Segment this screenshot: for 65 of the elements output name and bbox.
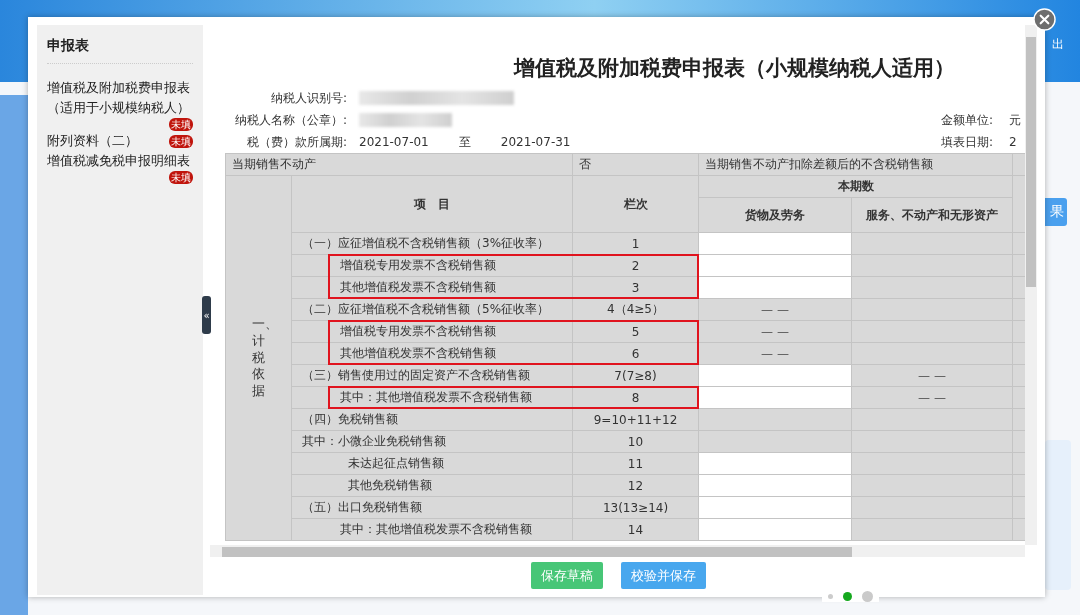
page-dot[interactable]: [828, 594, 833, 599]
amount-input[interactable]: [698, 386, 852, 409]
table-cell: （三）销售使用过的固定资产不含税销售额: [291, 364, 573, 387]
table-cell: 其他增值税发票不含税销售额: [291, 276, 573, 299]
amount-input[interactable]: [698, 364, 852, 387]
horizontal-scrollbar[interactable]: [210, 545, 1025, 557]
status-badge: 未填: [169, 134, 193, 148]
table-cell: （四）免税销售额: [291, 408, 573, 431]
status-badge: 未填: [169, 118, 193, 131]
table-cell: 11: [572, 452, 699, 475]
table-cell: 12: [572, 474, 699, 497]
collapse-handle[interactable]: «: [202, 296, 211, 334]
column-header: 货物及劳务: [698, 197, 852, 233]
form-list-item[interactable]: 附列资料（二） 未填: [47, 131, 193, 151]
table-cell: 10: [572, 430, 699, 453]
table-cell: 其中：小微企业免税销售额: [291, 430, 573, 453]
table-cell: — —: [698, 342, 852, 365]
date-value: 2021-07-31: [500, 135, 571, 149]
column-header: 本期数: [698, 175, 1013, 198]
exit-link[interactable]: 出: [1052, 36, 1064, 53]
table-cell: 其他增值税发票不含税销售额: [291, 342, 573, 365]
field-label: 金额单位:: [941, 111, 995, 129]
close-icon[interactable]: [1033, 8, 1056, 31]
column-header: 栏次: [572, 175, 699, 233]
amount-input[interactable]: [698, 452, 852, 475]
field-label: 填表日期:: [941, 133, 995, 151]
table-cell: 未达起征点销售额: [291, 452, 573, 475]
field-label: 纳税人识别号:: [269, 89, 347, 107]
form-list-item[interactable]: 增值税及附加税费申报表（适用于小规模纳税人） 未填: [47, 78, 193, 131]
section-label: 一、计税依据: [225, 175, 292, 541]
status-badge: 未填: [169, 171, 193, 184]
table-cell: — —: [698, 298, 852, 321]
amount-input[interactable]: [698, 276, 852, 299]
form-list-item[interactable]: 增值税减免税申报明细表 未填: [47, 151, 193, 184]
table-cell: 13(13≥14): [572, 496, 699, 519]
field-label: 税（费）款所属期:: [245, 133, 347, 151]
table-cell: 其他免税销售额: [291, 474, 573, 497]
table-cell: 当期销售不动产扣除差额后的不含税销售额: [698, 153, 1013, 176]
amount-input[interactable]: [698, 232, 852, 255]
table-cell: 当期销售不动产: [225, 153, 573, 176]
table-cell: 14: [572, 518, 699, 541]
amount-input[interactable]: [698, 474, 852, 497]
page-dot[interactable]: [843, 592, 852, 601]
date-value: 2021-07-01: [359, 135, 429, 149]
amount-input[interactable]: [698, 518, 852, 541]
table-cell: 其中：其他增值税发票不含税销售额: [291, 518, 573, 541]
table-cell: 否: [572, 153, 699, 176]
field-label: 纳税人名称（公章）:: [233, 111, 347, 129]
field-value: 2: [1009, 135, 1017, 149]
amount-input[interactable]: [698, 254, 852, 277]
table-cell: 9=10+11+12: [572, 408, 699, 431]
table-cell: — —: [851, 364, 1013, 387]
amount-input[interactable]: [698, 496, 852, 519]
table-cell: （二）应征增值税不含税销售额（5%征收率）: [291, 298, 573, 321]
column-header: 项 目: [291, 175, 573, 233]
table-cell: — —: [698, 320, 852, 343]
page-dot[interactable]: [862, 591, 873, 602]
form-title: 增值税及附加税费申报表（小规模纳税人适用）: [514, 55, 955, 81]
sidebar-title: 申报表: [47, 25, 193, 64]
field-value: 元: [1009, 111, 1021, 129]
table-cell: — —: [851, 386, 1013, 409]
table-cell: （五）出口免税销售额: [291, 496, 573, 519]
table-cell: （一）应征增值税不含税销售额（3%征收率）: [291, 232, 573, 255]
range-separator: 至: [458, 133, 471, 151]
vertical-scrollbar[interactable]: [1025, 25, 1037, 545]
